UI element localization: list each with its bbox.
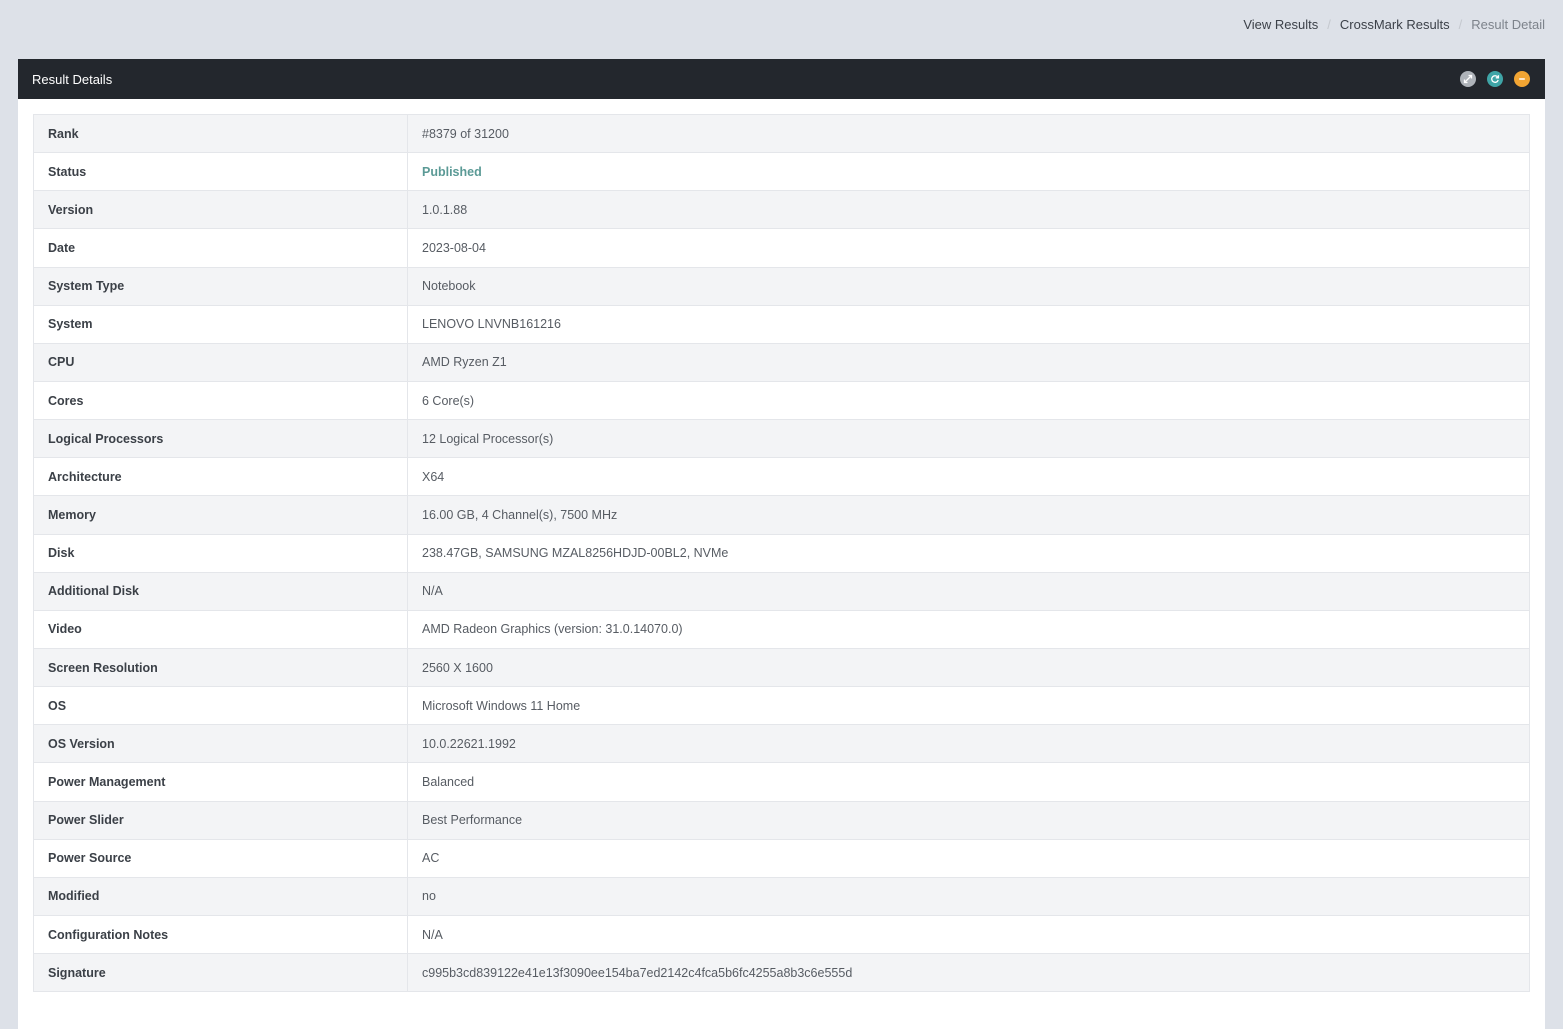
row-value-screen-resolution: 2560 X 1600 bbox=[407, 647, 1530, 688]
table-row: Rank #8379 of 31200 bbox=[33, 113, 1530, 154]
row-label-system-type: System Type bbox=[33, 266, 408, 306]
table-row: System Type Notebook bbox=[33, 266, 1530, 306]
row-value-power-source: AC bbox=[407, 838, 1530, 878]
row-value-cores: 6 Core(s) bbox=[407, 380, 1530, 421]
result-details-table: Rank #8379 of 31200 Status Published Ver… bbox=[33, 113, 1530, 993]
row-label-power-source: Power Source bbox=[33, 838, 408, 878]
result-details-panel: Result Details Rank #8379 of 31200 Statu… bbox=[18, 59, 1545, 1029]
breadcrumb: View Results / CrossMark Results / Resul… bbox=[1243, 16, 1545, 33]
row-value-modified: no bbox=[407, 876, 1530, 916]
refresh-arrow-glyph bbox=[1491, 75, 1500, 83]
table-row: Date 2023-08-04 bbox=[33, 228, 1530, 268]
status-badge: Published bbox=[407, 152, 1530, 192]
row-label-version: Version bbox=[33, 190, 408, 230]
row-label-os-version: OS Version bbox=[33, 724, 408, 764]
table-row: OS Version 10.0.22621.1992 bbox=[33, 724, 1530, 764]
table-row: Configuration Notes N/A bbox=[33, 914, 1530, 955]
panel-body: Rank #8379 of 31200 Status Published Ver… bbox=[18, 99, 1545, 993]
row-value-signature: c995b3cd839122e41e13f3090ee154ba7ed2142c… bbox=[407, 953, 1530, 993]
breadcrumb-view-results[interactable]: View Results bbox=[1243, 16, 1318, 33]
row-label-system: System bbox=[33, 304, 408, 344]
table-row: Modified no bbox=[33, 876, 1530, 916]
table-row: Logical Processors 12 Logical Processor(… bbox=[33, 419, 1530, 459]
row-value-video: AMD Radeon Graphics (version: 31.0.14070… bbox=[407, 609, 1530, 649]
row-label-video: Video bbox=[33, 609, 408, 649]
row-value-system: LENOVO LNVNB161216 bbox=[407, 304, 1530, 344]
row-value-cpu: AMD Ryzen Z1 bbox=[407, 342, 1530, 382]
table-row: Video AMD Radeon Graphics (version: 31.0… bbox=[33, 609, 1530, 649]
row-label-modified: Modified bbox=[33, 876, 408, 916]
row-value-rank: #8379 of 31200 bbox=[407, 113, 1530, 154]
row-label-architecture: Architecture bbox=[33, 457, 408, 497]
table-row: Screen Resolution 2560 X 1600 bbox=[33, 647, 1530, 688]
table-row: Power Management Balanced bbox=[33, 762, 1530, 802]
table-row: System LENOVO LNVNB161216 bbox=[33, 304, 1530, 344]
row-value-additional-disk: N/A bbox=[407, 571, 1530, 611]
table-row: Memory 16.00 GB, 4 Channel(s), 7500 MHz bbox=[33, 495, 1530, 535]
table-row: Additional Disk N/A bbox=[33, 571, 1530, 611]
panel-tools bbox=[1460, 71, 1530, 87]
breadcrumb-current: Result Detail bbox=[1471, 17, 1545, 32]
row-value-system-type: Notebook bbox=[407, 266, 1530, 306]
row-value-os: Microsoft Windows 11 Home bbox=[407, 686, 1530, 726]
table-row: Version 1.0.1.88 bbox=[33, 190, 1530, 230]
row-value-power-slider: Best Performance bbox=[407, 800, 1530, 840]
collapse-icon[interactable] bbox=[1514, 71, 1530, 87]
row-label-configuration-notes: Configuration Notes bbox=[33, 914, 408, 955]
row-label-cpu: CPU bbox=[33, 342, 408, 382]
row-value-version: 1.0.1.88 bbox=[407, 190, 1530, 230]
row-value-date: 2023-08-04 bbox=[407, 228, 1530, 268]
table-row: Cores 6 Core(s) bbox=[33, 380, 1530, 421]
breadcrumb-crossmark-results[interactable]: CrossMark Results bbox=[1340, 16, 1450, 33]
row-value-power-management: Balanced bbox=[407, 762, 1530, 802]
row-value-disk: 238.47GB, SAMSUNG MZAL8256HDJD-00BL2, NV… bbox=[407, 533, 1530, 573]
row-label-os: OS bbox=[33, 686, 408, 726]
table-row: CPU AMD Ryzen Z1 bbox=[33, 342, 1530, 382]
row-label-rank: Rank bbox=[33, 113, 408, 154]
row-label-screen-resolution: Screen Resolution bbox=[33, 647, 408, 688]
breadcrumb-separator: / bbox=[1458, 17, 1463, 32]
row-label-cores: Cores bbox=[33, 380, 408, 421]
table-row: Disk 238.47GB, SAMSUNG MZAL8256HDJD-00BL… bbox=[33, 533, 1530, 573]
row-value-architecture: X64 bbox=[407, 457, 1530, 497]
row-value-memory: 16.00 GB, 4 Channel(s), 7500 MHz bbox=[407, 495, 1530, 535]
row-label-additional-disk: Additional Disk bbox=[33, 571, 408, 611]
table-row: Power Slider Best Performance bbox=[33, 800, 1530, 840]
refresh-icon[interactable] bbox=[1487, 71, 1503, 87]
row-label-status: Status bbox=[33, 152, 408, 192]
row-label-signature: Signature bbox=[33, 953, 408, 993]
row-label-memory: Memory bbox=[33, 495, 408, 535]
table-row: OS Microsoft Windows 11 Home bbox=[33, 686, 1530, 726]
breadcrumb-separator: / bbox=[1327, 17, 1331, 32]
minus-glyph bbox=[1519, 78, 1525, 80]
expand-icon[interactable] bbox=[1460, 71, 1476, 87]
expand-arrows-glyph bbox=[1463, 74, 1473, 84]
row-label-power-slider: Power Slider bbox=[33, 800, 408, 840]
panel-title: Result Details bbox=[32, 71, 113, 87]
row-label-disk: Disk bbox=[33, 533, 408, 573]
row-label-power-management: Power Management bbox=[33, 762, 408, 802]
table-row: Status Published bbox=[33, 152, 1530, 192]
table-row: Power Source AC bbox=[33, 838, 1530, 878]
table-row: Architecture X64 bbox=[33, 457, 1530, 497]
row-value-os-version: 10.0.22621.1992 bbox=[407, 724, 1530, 764]
row-value-logical-processors: 12 Logical Processor(s) bbox=[407, 419, 1530, 459]
row-label-logical-processors: Logical Processors bbox=[33, 419, 408, 459]
row-value-configuration-notes: N/A bbox=[407, 914, 1530, 955]
table-row: Signature c995b3cd839122e41e13f3090ee154… bbox=[33, 953, 1530, 993]
row-label-date: Date bbox=[33, 228, 408, 268]
panel-header: Result Details bbox=[18, 59, 1545, 99]
